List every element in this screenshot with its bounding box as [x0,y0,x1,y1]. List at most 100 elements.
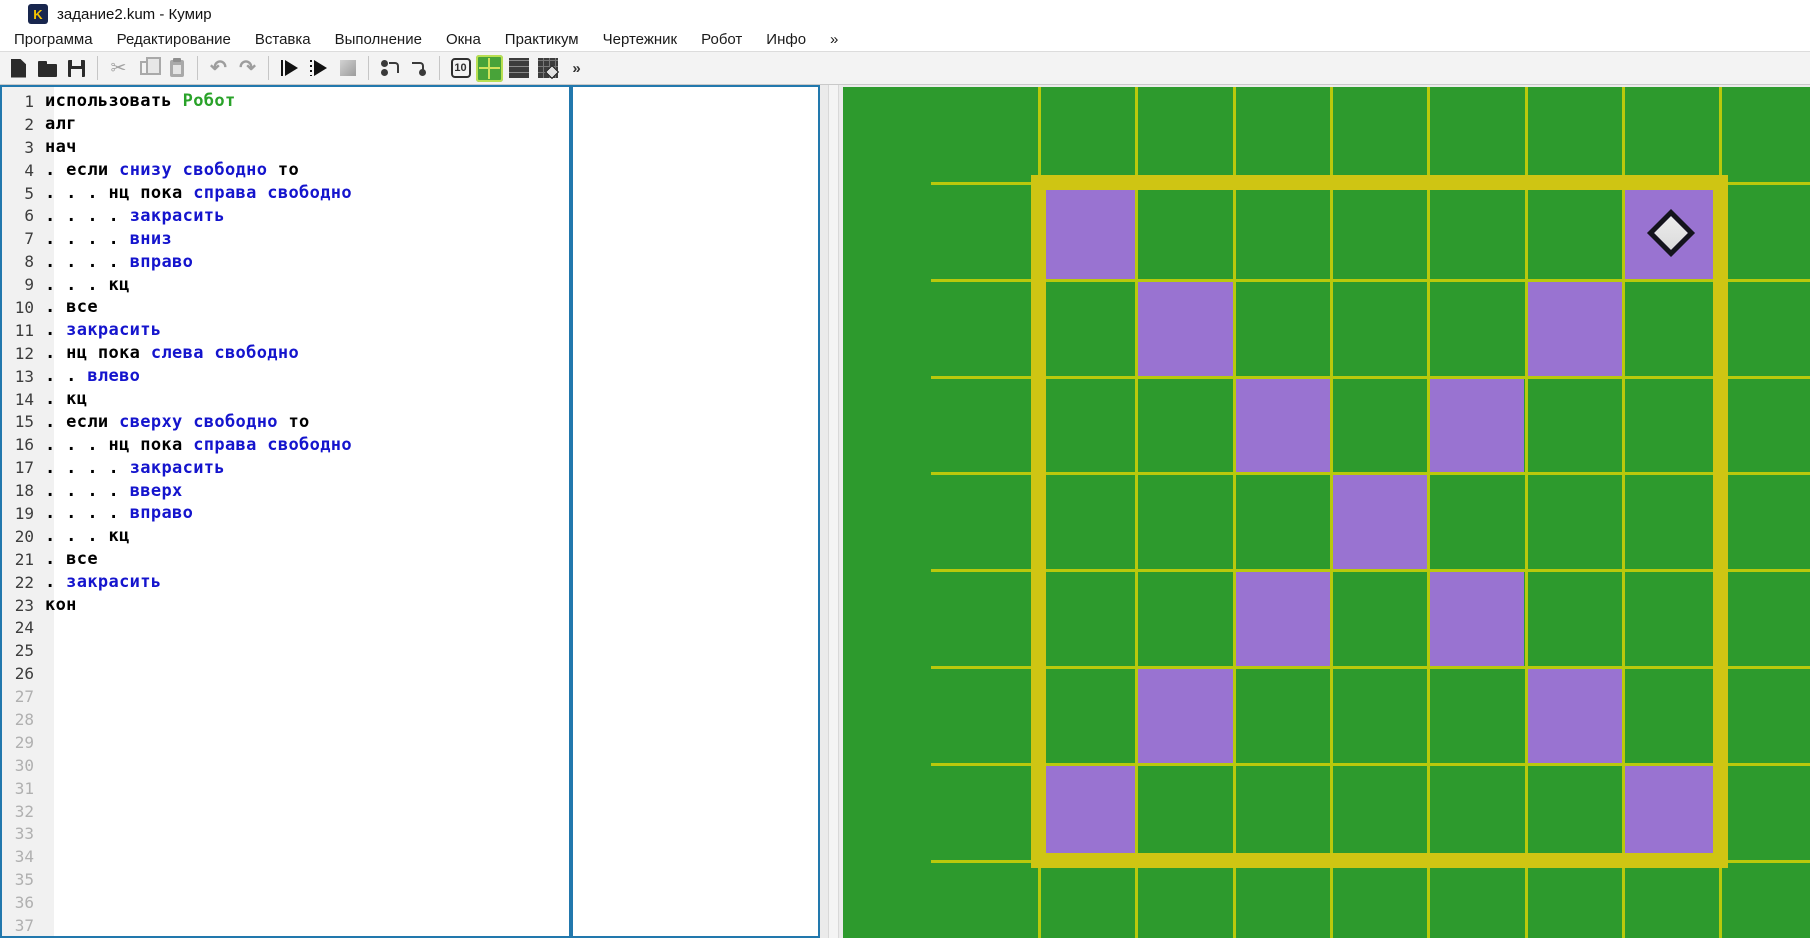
code-line[interactable]: 10 . все [2,296,569,319]
line-number: 31 [14,778,34,798]
code-line[interactable]: 12 . нц пока слева свободно [2,342,569,365]
code-line[interactable]: 23 кон [2,594,569,617]
menu-item-Вставка[interactable]: Вставка [243,29,323,50]
code-line[interactable]: 36 [2,891,569,914]
menu-item-»[interactable]: » [818,29,850,50]
undo-button: ↶ [205,55,232,82]
line-number: 4 [24,160,34,180]
menu-bar: Программа Редактирование Вставка Выполнение… [0,28,1810,51]
code-line[interactable]: 31 [2,777,569,800]
line-number: 11 [14,320,34,340]
menu-item-Чертежник[interactable]: Чертежник [591,29,690,50]
code-line[interactable]: 16 . . . нц пока справа свободно [2,433,569,456]
code-line[interactable]: 11 . закрасить [2,319,569,342]
line-number: 8 [24,252,34,272]
code-line[interactable]: 28 [2,708,569,731]
code-line[interactable]: 21 . все [2,548,569,571]
code-line[interactable]: 19 . . . . вправо [2,502,569,525]
code-line[interactable]: 32 [2,800,569,823]
code-line[interactable]: 22 . закрасить [2,571,569,594]
line-number: 6 [24,206,34,226]
open-folder-icon [38,60,57,77]
line-number: 9 [24,275,34,295]
code-editor-pane[interactable]: 1 использовать Робот 2 алг 3 нач 4 . если снизу… [0,85,571,938]
code-line[interactable]: 30 [2,754,569,777]
menu-item-Инфо[interactable]: Инфо [754,29,818,50]
robot-field-button[interactable] [534,55,561,82]
line-number: 18 [14,481,34,501]
chevron-more-icon: » [572,59,581,77]
paste-clipboard-icon [169,57,184,77]
code-line[interactable]: 26 [2,662,569,685]
code-text: . кц [45,389,88,410]
code-line[interactable]: 14 . кц [2,388,569,411]
code-text: . закрасить [45,572,162,593]
robot-field-window[interactable] [843,87,1810,938]
code-line[interactable]: 20 . . . кц [2,525,569,548]
line-number: 30 [14,755,34,775]
menu-item-Окна[interactable]: Окна [434,29,493,50]
save-button[interactable] [63,55,90,82]
step-over-button[interactable] [376,55,403,82]
code-line[interactable]: 17 . . . . закрасить [2,456,569,479]
toolbar: ✂ ↶ ↷ 10 » [0,51,1810,85]
line-number: 28 [14,709,34,729]
code-line[interactable]: 35 [2,868,569,891]
code-line[interactable]: 1 использовать Робот [2,90,569,113]
new-file-button[interactable] [5,55,32,82]
line-number: 26 [14,664,34,684]
code-line[interactable]: 27 [2,685,569,708]
line-number: 23 [14,595,34,615]
toolbar-separator [368,56,369,80]
code-line[interactable]: 34 [2,845,569,868]
run-step-button[interactable] [305,55,332,82]
toolbar-overflow-button[interactable]: » [563,55,590,82]
code-line[interactable]: 33 [2,823,569,846]
line-number: 13 [14,366,34,386]
code-text: . . влево [45,366,141,387]
show-values-button[interactable]: 10 [447,55,474,82]
cut-button: ✂ [105,55,132,82]
code-text: . . . . вверх [45,480,183,501]
run-button[interactable] [276,55,303,82]
pane-splitter[interactable] [822,85,843,938]
line-number: 14 [14,389,34,409]
line-number: 16 [14,435,34,455]
code-line[interactable]: 24 [2,616,569,639]
code-line[interactable]: 37 [2,914,569,937]
code-line[interactable]: 8 . . . . вправо [2,250,569,273]
code-text: . . . кц [45,526,130,547]
code-line[interactable]: 2 алг [2,113,569,136]
line-number: 2 [24,114,34,134]
menu-item-Редактирование[interactable]: Редактирование [105,29,243,50]
code-text: нач [45,137,77,158]
code-line[interactable]: 13 . . влево [2,365,569,388]
step-out-button[interactable] [405,55,432,82]
code-line[interactable]: 18 . . . . вверх [2,479,569,502]
code-line[interactable]: 29 [2,731,569,754]
code-line[interactable]: 25 [2,639,569,662]
grid-window-button[interactable] [505,55,532,82]
line-number: 5 [24,183,34,203]
line-number: 29 [14,732,34,752]
code-text: . . . кц [45,274,130,295]
save-floppy-icon [68,59,85,77]
code-text: . все [45,297,98,318]
redo-button: ↷ [234,55,261,82]
menu-item-Робот[interactable]: Робот [689,29,754,50]
open-file-button[interactable] [34,55,61,82]
menu-item-Программа[interactable]: Программа [2,29,105,50]
code-line[interactable]: 15 . если сверху свободно то [2,410,569,433]
run-play-icon [280,60,299,76]
menu-item-Выполнение[interactable]: Выполнение [323,29,434,50]
code-line[interactable]: 4 . если снизу свободно то [2,159,569,182]
code-line[interactable]: 9 . . . кц [2,273,569,296]
robot-window-button[interactable] [476,54,503,82]
code-line[interactable]: 5 . . . нц пока справа свободно [2,182,569,205]
line-number: 34 [14,847,34,867]
code-line[interactable]: 6 . . . . закрасить [2,204,569,227]
menu-item-Практикум[interactable]: Практикум [493,29,591,50]
secondary-editor-pane[interactable] [571,85,820,938]
code-line[interactable]: 7 . . . . вниз [2,227,569,250]
code-line[interactable]: 3 нач [2,136,569,159]
